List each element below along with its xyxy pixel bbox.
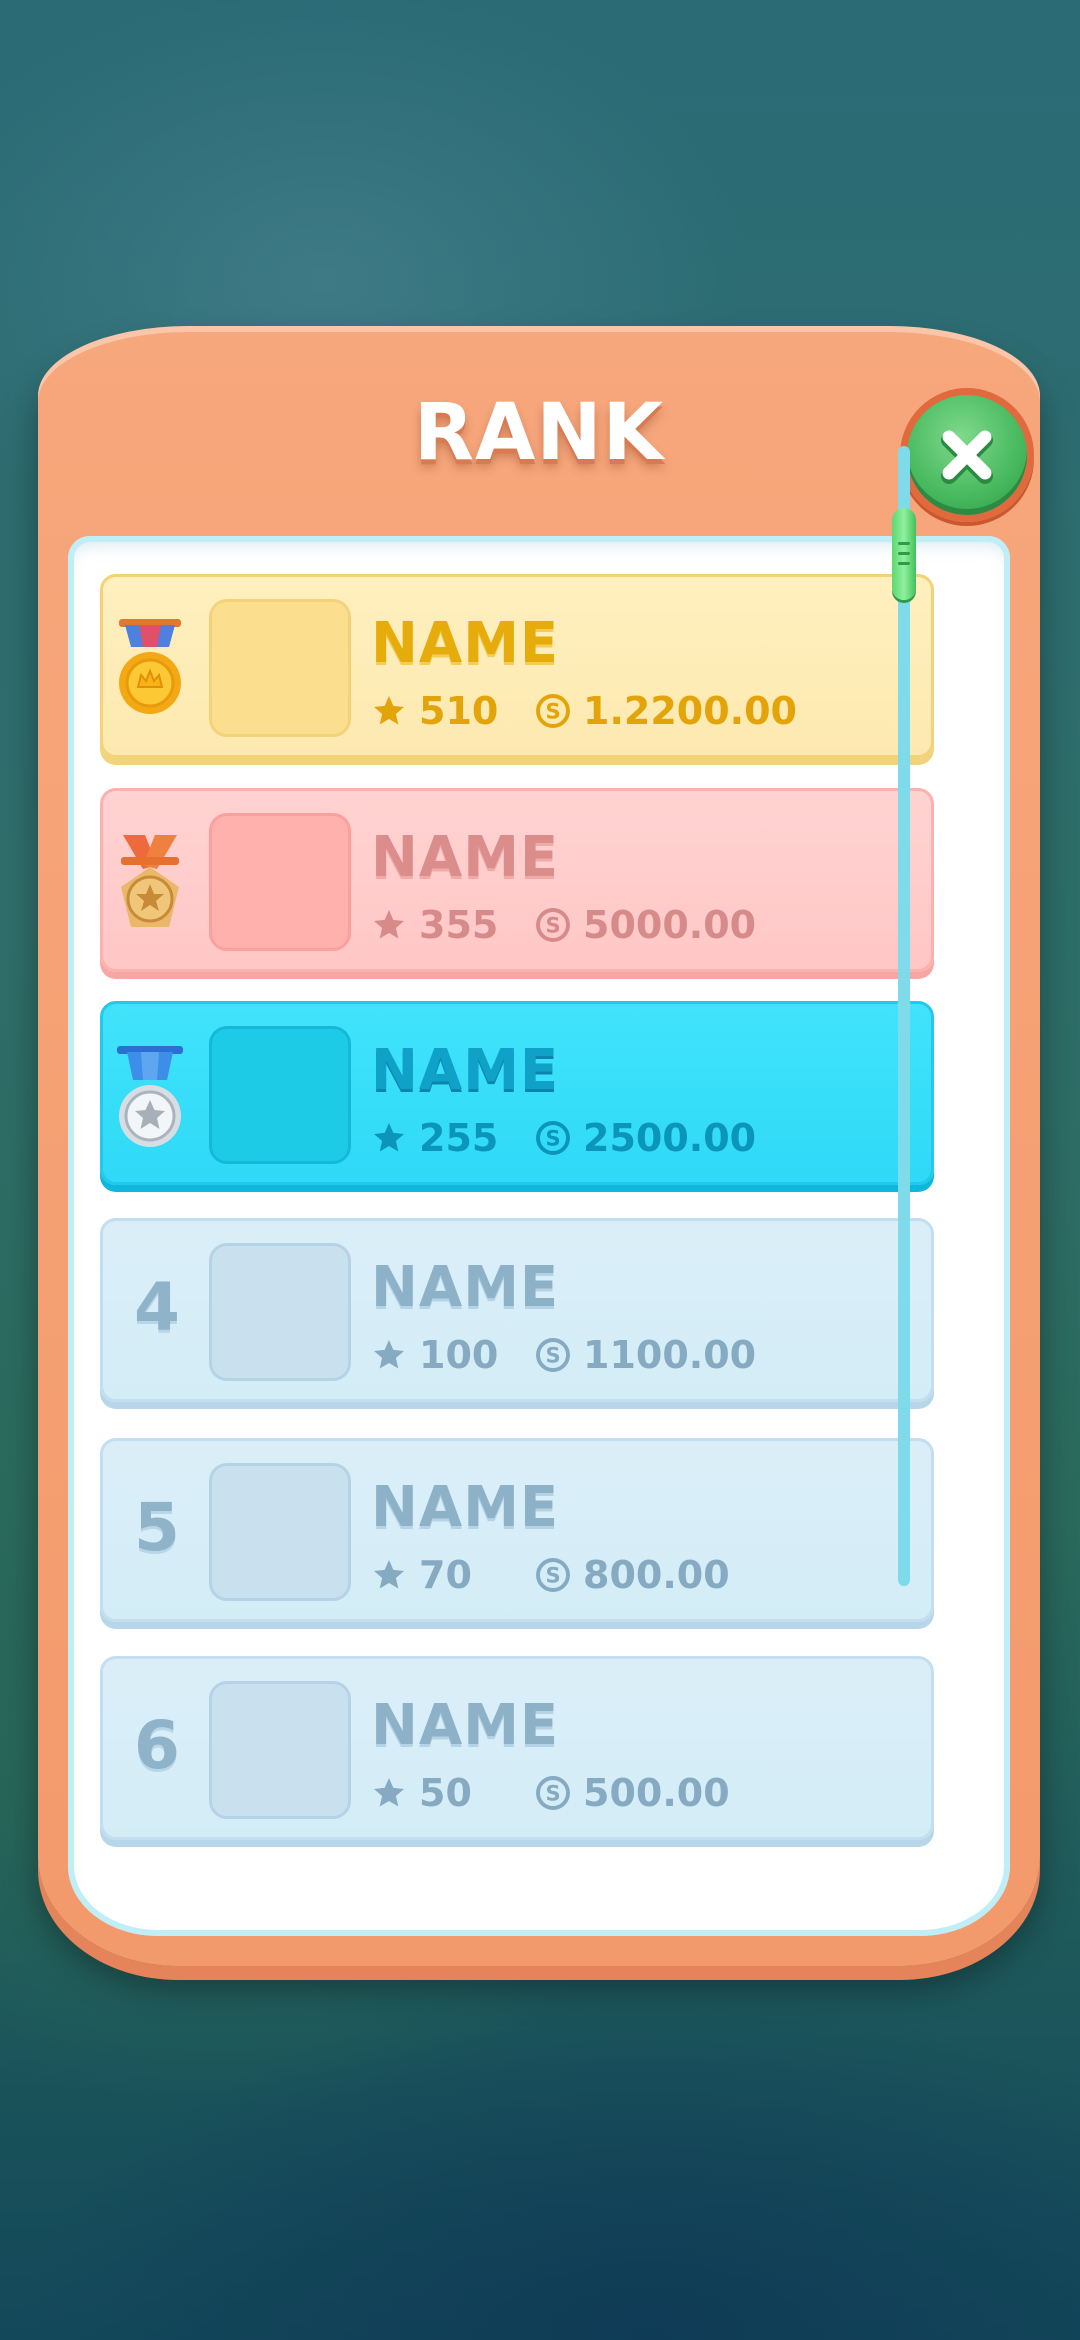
player-stats: 100 S 1100.00	[371, 1333, 756, 1377]
gold-medal-icon	[119, 619, 181, 714]
close-button[interactable]	[900, 388, 1034, 522]
player-avatar	[209, 813, 351, 951]
star-score: 50	[371, 1771, 535, 1815]
rank-number: 6	[134, 1707, 180, 1784]
player-name: NAME	[371, 1475, 560, 1540]
coin-amount: 2500.00	[583, 1116, 757, 1160]
scrollbar-track[interactable]	[898, 446, 910, 1586]
player-name: NAME	[371, 1255, 560, 1320]
coin-score: S 800.00	[535, 1553, 730, 1597]
coin-score: S 500.00	[535, 1771, 730, 1815]
leaderboard-list[interactable]: NAME 510 S 1.2200.00 NAME 355 S 5000.00 …	[68, 536, 1010, 1936]
coin-icon: S	[536, 1338, 570, 1372]
star-score: 100	[371, 1333, 535, 1377]
star-count: 70	[419, 1553, 472, 1597]
star-icon	[374, 1123, 404, 1152]
coin-icon: S	[536, 1121, 570, 1155]
star-score: 70	[371, 1553, 535, 1597]
silver-medal-icon	[121, 835, 179, 927]
player-avatar	[209, 1463, 351, 1601]
star-count: 100	[419, 1333, 499, 1377]
svg-text:S: S	[545, 914, 560, 938]
star-icon	[374, 910, 404, 939]
star-count: 510	[419, 689, 499, 733]
leaderboard-row-1[interactable]: NAME 510 S 1.2200.00	[100, 574, 934, 758]
coin-amount: 5000.00	[583, 903, 757, 947]
star-score: 255	[371, 1116, 535, 1160]
rank-number: 5	[134, 1489, 180, 1566]
star-score: 510	[371, 689, 535, 733]
close-x-icon	[941, 430, 993, 484]
player-name: NAME	[371, 1693, 560, 1758]
svg-text:S: S	[545, 700, 560, 724]
leaderboard-row-6[interactable]: 6 NAME 50 S 500.00	[100, 1656, 934, 1840]
star-icon	[374, 696, 404, 725]
coin-amount: 500.00	[583, 1771, 730, 1815]
leaderboard-row-3[interactable]: NAME 255 S 2500.00	[100, 1001, 934, 1185]
coin-amount: 800.00	[583, 1553, 730, 1597]
player-stats: 255 S 2500.00	[371, 1116, 756, 1160]
svg-text:S: S	[545, 1564, 560, 1588]
star-icon	[374, 1560, 404, 1589]
leaderboard-row-2[interactable]: NAME 355 S 5000.00	[100, 788, 934, 972]
bronze-medal-icon	[117, 1046, 183, 1147]
star-count: 50	[419, 1771, 472, 1815]
player-name: NAME	[371, 825, 560, 890]
rank-number: 4	[134, 1269, 180, 1346]
player-name: NAME	[371, 1038, 560, 1103]
star-score: 355	[371, 903, 535, 947]
coin-score: S 1100.00	[535, 1333, 756, 1377]
star-count: 255	[419, 1116, 499, 1160]
coin-icon: S	[536, 908, 570, 942]
coin-score: S 1.2200.00	[535, 689, 797, 733]
coin-score: S 5000.00	[535, 903, 756, 947]
panel-title: RANK	[413, 388, 665, 478]
leaderboard-row-5[interactable]: 5 NAME 70 S 800.00	[100, 1438, 934, 1622]
coin-amount: 1100.00	[583, 1333, 757, 1377]
rank-panel: RANK NAME 510 S 1.2200.00 NAME 355 S 500…	[38, 326, 1040, 1966]
svg-text:S: S	[545, 1344, 560, 1368]
player-avatar	[209, 1243, 351, 1381]
leaderboard-row-4[interactable]: 4 NAME 100 S 1100.00	[100, 1218, 934, 1402]
player-stats: 70 S 800.00	[371, 1553, 730, 1597]
player-avatar	[209, 599, 351, 737]
star-icon	[374, 1340, 404, 1369]
player-stats: 50 S 500.00	[371, 1771, 730, 1815]
player-avatar	[209, 1026, 351, 1164]
coin-amount: 1.2200.00	[583, 689, 797, 733]
svg-text:S: S	[545, 1782, 560, 1806]
coin-icon: S	[536, 694, 570, 728]
star-icon	[374, 1778, 404, 1807]
coin-icon: S	[536, 1558, 570, 1592]
coin-score: S 2500.00	[535, 1116, 756, 1160]
svg-text:S: S	[545, 1127, 560, 1151]
player-name: NAME	[371, 611, 560, 676]
player-stats: 355 S 5000.00	[371, 903, 756, 947]
player-stats: 510 S 1.2200.00	[371, 689, 797, 733]
scrollbar-thumb[interactable]	[892, 508, 916, 600]
star-count: 355	[419, 903, 499, 947]
coin-icon: S	[536, 1776, 570, 1810]
player-avatar	[209, 1681, 351, 1819]
